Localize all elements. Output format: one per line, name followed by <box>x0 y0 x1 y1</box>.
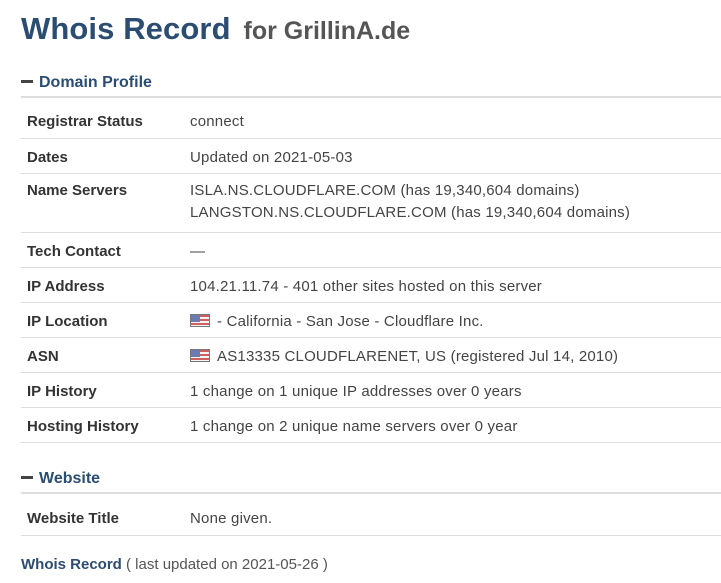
us-flag-icon <box>190 348 210 362</box>
website-table: Website Title None given. <box>21 500 721 536</box>
registrar-status-label: Registrar Status <box>21 103 190 139</box>
tech-contact-value: — <box>190 232 721 268</box>
last-updated-note: ( last updated on 2021-05-26 ) <box>126 556 328 573</box>
hosting-history-value[interactable]: 1 change on 2 unique name servers over 0… <box>190 407 721 443</box>
whois-page: Whois Record for GrillinA.de Domain Prof… <box>0 0 721 583</box>
minus-icon <box>21 79 33 83</box>
name-servers-value: ISLA.NS.CLOUDFLARE.COM (has 19,340,604 d… <box>190 173 721 233</box>
page-title-main: Whois Record <box>21 11 231 46</box>
table-row: Registrar Status connect <box>21 103 721 139</box>
name-servers-label: Name Servers <box>21 173 190 233</box>
ip-address-label: IP Address <box>21 267 190 303</box>
us-flag-icon <box>190 313 210 327</box>
ip-location-value: - California - San Jose - Cloudflare Inc… <box>190 302 721 338</box>
domain-profile-label: Domain Profile <box>39 74 152 91</box>
minus-icon <box>21 475 33 479</box>
ip-address-value[interactable]: 104.21.11.74 - 401 other sites hosted on… <box>190 267 721 303</box>
website-title-value: None given. <box>190 500 721 536</box>
table-row: IP Location - California - San Jose - Cl… <box>21 302 721 338</box>
registrar-status-value: connect <box>190 103 721 139</box>
table-row: Name Servers ISLA.NS.CLOUDFLARE.COM (has… <box>21 173 721 233</box>
table-row: Dates Updated on 2021-05-03 <box>21 138 721 174</box>
tech-contact-label: Tech Contact <box>21 232 190 268</box>
table-row: ASN AS13335 CLOUDFLARENET, US (registere… <box>21 337 721 373</box>
domain-profile-table: Registrar Status connect Dates Updated o… <box>21 103 721 443</box>
ip-location-text: - California - San Jose - Cloudflare Inc… <box>217 312 484 330</box>
dates-label: Dates <box>21 138 190 174</box>
website-title-label: Website Title <box>21 500 190 536</box>
ip-location-label: IP Location <box>21 302 190 338</box>
domain-profile-header[interactable]: Domain Profile <box>21 70 721 98</box>
hosting-history-label: Hosting History <box>21 407 190 443</box>
table-row: IP History 1 change on 1 unique IP addre… <box>21 372 721 408</box>
asn-text: AS13335 CLOUDFLARENET, US (registered Ju… <box>217 347 619 365</box>
website-header[interactable]: Website <box>21 466 721 494</box>
whois-record-label: Whois Record <box>21 556 122 573</box>
name-server-2[interactable]: LANGSTON.NS.CLOUDFLARE.COM (has 19,340,6… <box>190 202 721 224</box>
ip-history-label: IP History <box>21 372 190 408</box>
table-row: Tech Contact — <box>21 232 721 268</box>
table-row: Website Title None given. <box>21 500 721 536</box>
table-row: Hosting History 1 change on 2 unique nam… <box>21 407 721 443</box>
whois-record-footer: Whois Record ( last updated on 2021-05-2… <box>21 554 328 576</box>
name-server-1[interactable]: ISLA.NS.CLOUDFLARE.COM (has 19,340,604 d… <box>190 180 721 202</box>
website-label: Website <box>39 470 101 487</box>
page-title: Whois Record for GrillinA.de <box>21 8 410 51</box>
dates-value: Updated on 2021-05-03 <box>190 138 721 174</box>
page-title-domain: for GrillinA.de <box>243 17 411 45</box>
asn-label: ASN <box>21 337 190 373</box>
asn-value: AS13335 CLOUDFLARENET, US (registered Ju… <box>190 337 721 373</box>
table-row: IP Address 104.21.11.74 - 401 other site… <box>21 267 721 303</box>
ip-history-value[interactable]: 1 change on 1 unique IP addresses over 0… <box>190 372 721 408</box>
